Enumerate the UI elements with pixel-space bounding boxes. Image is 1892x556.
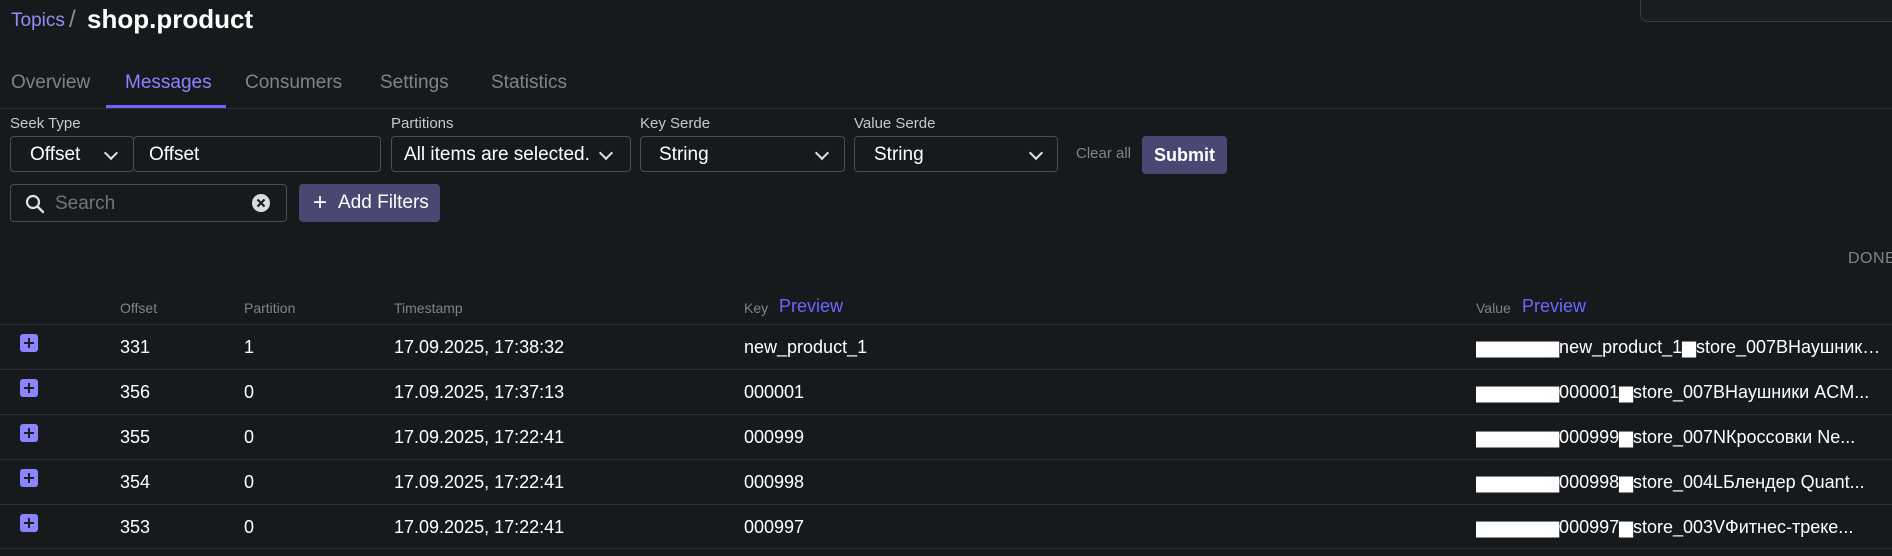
- table-row: 354 0 17.09.2025, 17:22:41 000998 ▆▆▆▆▆▆…: [0, 459, 1892, 504]
- partitions-select[interactable]: All items are selected.: [391, 136, 631, 172]
- row-key: 000998: [744, 472, 805, 492]
- chevron-down-icon: [814, 145, 830, 161]
- seek-type-label: Seek Type: [10, 115, 81, 132]
- row-value: ▆▆▆▆▆▆000997▆store_003VФитнес-треке...: [1476, 517, 1854, 537]
- active-tab-indicator: [106, 105, 226, 108]
- row-timestamp: 17.09.2025, 17:22:41: [394, 517, 565, 537]
- search-input[interactable]: Search: [10, 184, 287, 222]
- tab-consumers[interactable]: Consumers: [245, 72, 342, 94]
- row-offset: 354: [120, 472, 151, 492]
- row-value: ▆▆▆▆▆▆000999▆store_007NКроссовки Ne...: [1476, 427, 1856, 447]
- partitions-value: All items are selected.: [404, 144, 590, 165]
- seek-type-select[interactable]: Offset: [10, 136, 134, 172]
- key-serde-label: Key Serde: [640, 115, 711, 132]
- tab-bar: Overview Messages Consumers Settings Sta…: [0, 60, 1892, 109]
- row-partition: 0: [244, 472, 255, 492]
- row-partition: 0: [244, 427, 255, 447]
- row-key: 000997: [744, 517, 805, 537]
- search-placeholder: Search: [55, 193, 116, 214]
- page-title: shop.product: [87, 4, 254, 34]
- row-offset: 331: [120, 337, 151, 357]
- breadcrumb-separator: /: [69, 6, 76, 33]
- tab-overview[interactable]: Overview: [11, 72, 90, 94]
- column-header-key: Key: [744, 300, 769, 316]
- row-key: 000999: [744, 427, 805, 447]
- expand-row-icon[interactable]: [20, 469, 38, 487]
- tab-messages[interactable]: Messages: [125, 72, 212, 94]
- key-preview-link[interactable]: Preview: [779, 296, 843, 317]
- value-preview-link[interactable]: Preview: [1522, 296, 1586, 317]
- column-header-partition: Partition: [244, 300, 296, 316]
- tab-statistics[interactable]: Statistics: [491, 72, 567, 94]
- add-filters-label: Add Filters: [338, 192, 429, 213]
- value-serde-label: Value Serde: [854, 115, 936, 132]
- row-value: ▆▆▆▆▆▆000001▆store_007BНаушники ACM...: [1476, 382, 1870, 402]
- value-serde-value: String: [874, 144, 924, 165]
- submit-button[interactable]: Submit: [1142, 136, 1227, 174]
- seek-offset-input[interactable]: Offset: [133, 136, 381, 172]
- table-row: 331 1 17.09.2025, 17:38:32 new_product_1…: [0, 324, 1892, 369]
- row-key: 000001: [744, 382, 805, 402]
- column-header-timestamp: Timestamp: [394, 300, 463, 316]
- seek-offset-value: Offset: [149, 144, 200, 165]
- top-right-control[interactable]: [1640, 0, 1892, 22]
- row-offset: 353: [120, 517, 151, 537]
- search-icon: [25, 194, 45, 214]
- chevron-down-icon: [598, 145, 614, 161]
- key-serde-value: String: [659, 144, 709, 165]
- row-partition: 0: [244, 382, 255, 402]
- chevron-down-icon: [1028, 145, 1044, 161]
- row-timestamp: 17.09.2025, 17:22:41: [394, 427, 565, 447]
- row-key: new_product_1: [744, 337, 868, 357]
- expand-row-icon[interactable]: [20, 424, 38, 442]
- chevron-down-icon: [103, 145, 119, 161]
- table-row: 355 0 17.09.2025, 17:22:41 000999 ▆▆▆▆▆▆…: [0, 414, 1892, 459]
- column-header-value: Value: [1476, 300, 1511, 316]
- table-row: 353 0 17.09.2025, 17:22:41 000997 ▆▆▆▆▆▆…: [0, 504, 1892, 549]
- row-timestamp: 17.09.2025, 17:38:32: [394, 337, 565, 357]
- row-partition: 1: [244, 337, 255, 357]
- expand-row-icon[interactable]: [20, 514, 38, 532]
- status-badge: DONE: [1848, 250, 1892, 267]
- expand-row-icon[interactable]: [20, 379, 38, 397]
- breadcrumb-topics-link[interactable]: Topics: [11, 10, 65, 32]
- row-timestamp: 17.09.2025, 17:22:41: [394, 472, 565, 492]
- row-partition: 0: [244, 517, 255, 537]
- expand-row-icon[interactable]: [20, 334, 38, 352]
- row-offset: 355: [120, 427, 151, 447]
- table-row: 356 0 17.09.2025, 17:37:13 000001 ▆▆▆▆▆▆…: [0, 369, 1892, 414]
- row-offset: 356: [120, 382, 151, 402]
- value-serde-select[interactable]: String: [854, 136, 1058, 172]
- clear-search-icon[interactable]: [251, 193, 271, 213]
- plus-icon: +: [313, 189, 328, 216]
- clear-all-button[interactable]: Clear all: [1076, 145, 1131, 162]
- key-serde-select[interactable]: String: [640, 136, 845, 172]
- seek-type-value: Offset: [30, 144, 81, 165]
- column-header-offset: Offset: [120, 300, 158, 316]
- row-value: ▆▆▆▆▆▆new_product_1▆store_007BНаушники..…: [1476, 337, 1881, 357]
- partitions-label: Partitions: [391, 115, 454, 132]
- tab-settings[interactable]: Settings: [380, 72, 449, 94]
- add-filters-button[interactable]: + Add Filters: [299, 184, 440, 222]
- row-timestamp: 17.09.2025, 17:37:13: [394, 382, 565, 402]
- row-value: ▆▆▆▆▆▆000998▆store_004LБлендер Quant...: [1476, 472, 1865, 492]
